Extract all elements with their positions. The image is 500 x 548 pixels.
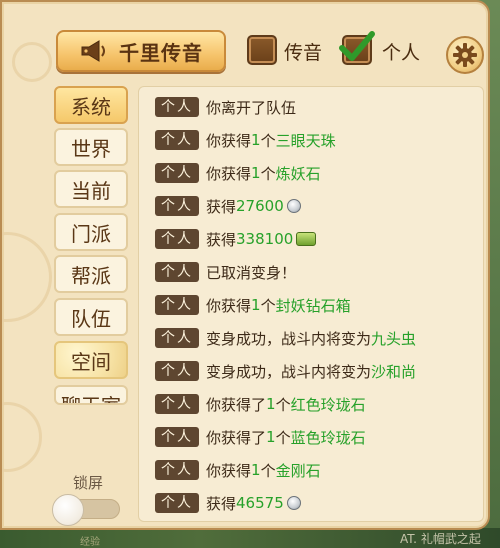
silver-coin-icon	[286, 496, 301, 510]
channel-badge: 个人	[155, 262, 199, 282]
message-row: 个人 你获得 1 个金刚石	[155, 458, 321, 482]
message-measure: 个	[275, 428, 291, 447]
channel-badge: 个人	[155, 361, 199, 381]
item-link[interactable]: 蓝色玲珑石	[291, 427, 366, 448]
message-count: 338100	[236, 230, 294, 248]
message-measure: 个	[260, 461, 276, 480]
message-row: 个人 变身成功，战斗内将变为 沙和尚	[155, 359, 416, 383]
tab-system[interactable]: 系统	[54, 86, 128, 124]
message-count: 1	[251, 461, 261, 479]
channel-badge: 个人	[155, 493, 199, 513]
channel-badge: 个人	[155, 196, 199, 216]
tab-world[interactable]: 世界	[54, 128, 128, 166]
message-row: 个人 你获得了 1 个蓝色玲珑石	[155, 425, 366, 449]
message-row: 个人 你获得 1 个炼妖石	[155, 161, 321, 185]
channel-badge: 个人	[155, 394, 199, 414]
message-row: 个人 已取消变身！	[155, 260, 296, 284]
message-text: 你获得	[206, 461, 252, 480]
world-exp-text: 经验	[80, 537, 100, 548]
message-measure: 个	[260, 131, 276, 150]
tab-label: 帮派	[71, 263, 111, 288]
message-row: 个人 获得 338100	[155, 227, 317, 251]
tab-label: 空间	[71, 349, 111, 374]
message-count: 1	[251, 296, 261, 314]
channel-badge: 个人	[155, 163, 199, 183]
message-text: 你获得了	[206, 395, 267, 414]
message-text: 获得	[206, 494, 237, 513]
decor-swirl	[12, 42, 52, 82]
tab-space[interactable]: 空间	[54, 341, 128, 379]
message-list[interactable]: 个人 你离开了队伍 个人 你获得 1 个三眼天珠 个人 你获得 1 个炼妖石 个人 获得…	[138, 86, 484, 522]
horn-broadcast-button[interactable]: 千里传音	[56, 30, 226, 72]
tab-guild[interactable]: 帮派	[54, 255, 128, 293]
world-overlay-text: AT. 礼帽武之起	[400, 532, 481, 546]
tab-label: 门派	[71, 221, 111, 246]
channel-badge: 个人	[155, 460, 199, 480]
filter-label-personal: 个人	[382, 42, 421, 64]
item-link[interactable]: 金刚石	[276, 460, 321, 481]
message-text: 获得	[206, 197, 237, 216]
horn-button-label: 千里传音	[119, 40, 203, 65]
message-row: 个人 你获得 1 个三眼天珠	[155, 128, 336, 152]
checkmark-icon	[339, 31, 375, 61]
item-link[interactable]: 封妖钻石箱	[276, 295, 351, 316]
message-count: 1	[251, 131, 261, 149]
message-text: 你获得了	[206, 428, 267, 447]
transform-name: 九头虫	[371, 329, 417, 348]
tab-label: 队伍	[71, 306, 111, 331]
filter-label-voice: 传音	[284, 42, 323, 64]
channel-badge: 个人	[155, 97, 199, 117]
jade-ingot-icon	[296, 232, 317, 246]
message-count: 1	[266, 428, 276, 446]
lock-screen-knob[interactable]	[52, 494, 84, 526]
filter-checkbox-voice[interactable]	[247, 35, 277, 65]
chat-panel: 千里传音 传音 个人 系统 世界 当前 门派 帮派 队伍 空间 聊天室	[0, 0, 490, 530]
message-count: 46575	[236, 494, 284, 512]
silver-coin-icon	[286, 199, 301, 213]
message-text: 获得	[206, 230, 237, 249]
message-text: 你离开了队伍	[206, 98, 297, 117]
message-count: 1	[266, 395, 276, 413]
message-row: 个人 你获得了 1 个红色玲珑石	[155, 392, 366, 416]
channel-badge: 个人	[155, 427, 199, 447]
item-link[interactable]: 红色玲珑石	[291, 394, 366, 415]
tab-current[interactable]: 当前	[54, 170, 128, 208]
tab-label: 世界	[71, 136, 111, 161]
channel-badge: 个人	[155, 229, 199, 249]
message-count: 27600	[236, 197, 284, 215]
message-measure: 个	[275, 395, 291, 414]
message-row: 个人 获得 46575	[155, 491, 301, 515]
channel-badge: 个人	[155, 295, 199, 315]
item-link[interactable]: 炼妖石	[276, 163, 321, 184]
transform-name: 沙和尚	[371, 362, 417, 381]
message-measure: 个	[260, 296, 276, 315]
message-measure: 个	[260, 164, 276, 183]
tab-team[interactable]: 队伍	[54, 298, 128, 336]
tab-sect[interactable]: 门派	[54, 213, 128, 251]
tab-label: 聊天室	[61, 390, 121, 403]
settings-button[interactable]	[446, 36, 484, 74]
horn-icon	[81, 40, 105, 62]
message-text: 你获得	[206, 296, 252, 315]
message-text: 变身成功，战斗内将变为	[206, 362, 372, 381]
tab-label: 系统	[71, 94, 111, 119]
decor-swirl	[2, 232, 52, 322]
message-row: 个人 你离开了队伍	[155, 95, 296, 119]
message-row: 个人 获得 27600	[155, 194, 301, 218]
gear-icon	[453, 43, 477, 67]
message-text: 已取消变身！	[206, 263, 297, 282]
channel-badge: 个人	[155, 130, 199, 150]
message-text: 变身成功，战斗内将变为	[206, 329, 372, 348]
decor-swirl	[2, 402, 42, 472]
message-row: 个人 变身成功，战斗内将变为 九头虫	[155, 326, 416, 350]
message-text: 你获得	[206, 131, 252, 150]
tab-label: 当前	[71, 178, 111, 203]
lock-screen-label: 锁屏	[73, 474, 104, 492]
message-row: 个人 你获得 1 个封妖钻石箱	[155, 293, 351, 317]
item-link[interactable]: 三眼天珠	[276, 130, 336, 151]
tab-chatroom[interactable]: 聊天室	[54, 385, 128, 405]
message-count: 1	[251, 164, 261, 182]
channel-badge: 个人	[155, 328, 199, 348]
message-text: 你获得	[206, 164, 252, 183]
